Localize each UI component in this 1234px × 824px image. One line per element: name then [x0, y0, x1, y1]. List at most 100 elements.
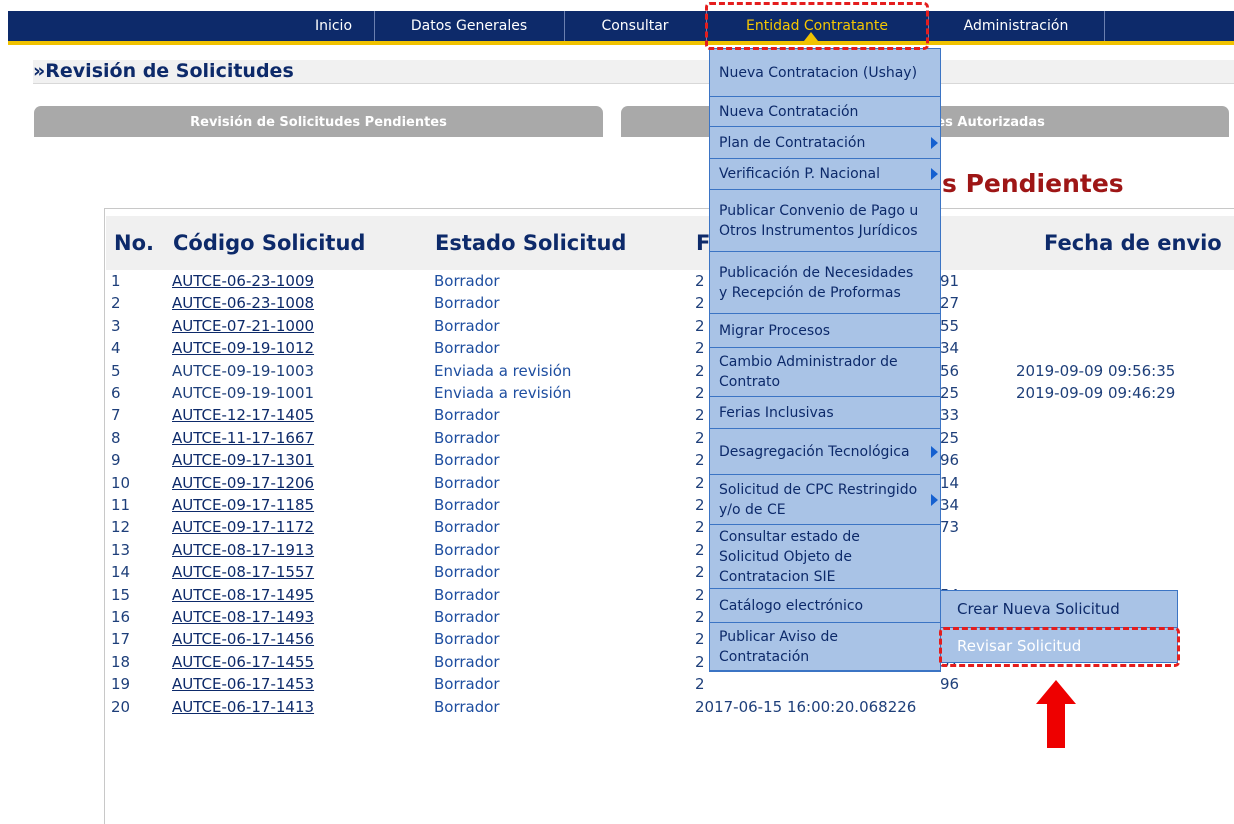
table-row: 1 AUTCE-06-23-1009 Borrador 2 91 — [105, 270, 1234, 292]
row-created-date: 2 — [695, 272, 705, 290]
row-created-date-tail: 33 — [940, 406, 960, 425]
menu-item-3[interactable]: Plan de Contratación — [710, 127, 940, 159]
row-code-link[interactable]: AUTCE-06-23-1009 — [172, 270, 314, 292]
row-state: Borrador — [434, 518, 500, 537]
row-number: 10 — [111, 473, 131, 492]
top-navigation-bar: Inicio Datos Generales Consultar Entidad… — [8, 11, 1234, 45]
table-row: 7 AUTCE-12-17-1405 Borrador 2 33 — [105, 404, 1234, 426]
menu-item-10[interactable]: Desagregación Tecnológica — [710, 429, 940, 475]
row-number: 1 — [111, 272, 121, 290]
submenu-arrow-icon — [931, 445, 938, 458]
nav-inicio[interactable]: Inicio — [293, 11, 375, 41]
row-created-date: 2 — [695, 496, 705, 514]
row-code-link[interactable]: AUTCE-06-17-1413 — [172, 696, 314, 718]
table-row: 2 AUTCE-06-23-1008 Borrador 2 27 — [105, 292, 1234, 314]
menu-item-7[interactable]: Migrar Procesos — [710, 314, 940, 348]
row-number: 15 — [111, 585, 131, 604]
row-number: 14 — [111, 563, 131, 582]
row-code-link[interactable]: AUTCE-06-17-1455 — [172, 651, 314, 673]
row-code-link: AUTCE-09-19-1003 — [172, 361, 315, 380]
header-codigo: Código Solicitud — [173, 231, 366, 255]
menu-item-5[interactable]: Publicar Convenio de Pago u Otros Instru… — [710, 190, 940, 252]
page-title: »Revisión de Solicitudes — [33, 60, 1234, 84]
menu-item-12[interactable]: Consultar estado de Solicitud Objeto de … — [710, 525, 940, 589]
row-code-link[interactable]: AUTCE-09-17-1301 — [172, 449, 314, 471]
row-code-link[interactable]: AUTCE-07-21-1000 — [172, 315, 314, 337]
row-created-date: 2 — [695, 428, 705, 447]
row-state: Borrador — [434, 585, 500, 604]
menu-item-label: Migrar Procesos — [719, 322, 831, 339]
table-row: 9 AUTCE-09-17-1301 Borrador 2 96 — [105, 449, 1234, 471]
row-code-link[interactable]: AUTCE-12-17-1405 — [172, 404, 314, 426]
menu-item-label: Consultar estado de Solicitud Objeto de … — [719, 528, 860, 585]
row-state: Borrador — [434, 652, 500, 671]
menu-item-8[interactable]: Cambio Administrador de Contrato — [710, 348, 940, 397]
menu-item-11[interactable]: Solicitud de CPC Restringido y/o de CE — [710, 475, 940, 525]
header-fecha-envio: Fecha de envio — [1044, 231, 1222, 255]
header-no: No. — [114, 231, 154, 255]
menu-item-2[interactable]: Nueva Contratación — [710, 97, 940, 127]
menu-item-6[interactable]: Publicación de Necesidades y Recepción d… — [710, 252, 940, 314]
row-state: Borrador — [434, 563, 500, 582]
red-arrow-icon — [1036, 680, 1076, 748]
row-code-link[interactable]: AUTCE-09-17-1185 — [172, 494, 314, 516]
row-number: 11 — [111, 496, 131, 514]
row-code-link[interactable]: AUTCE-08-17-1495 — [172, 584, 314, 606]
menu-item-label: Solicitud de CPC Restringido y/o de CE — [719, 481, 918, 518]
row-code-link[interactable]: AUTCE-08-17-1557 — [172, 561, 314, 583]
highlight-entidad-contratante — [705, 2, 929, 50]
row-created-date: 2 — [695, 518, 705, 537]
row-state: Borrador — [434, 428, 500, 447]
row-created-date-tail: 96 — [940, 451, 960, 470]
row-number: 7 — [111, 406, 121, 425]
row-created-date: 2 — [695, 406, 705, 425]
menu-item-label: Catálogo electrónico — [719, 597, 864, 614]
row-code-link[interactable]: AUTCE-08-17-1493 — [172, 606, 314, 628]
row-number: 16 — [111, 608, 131, 626]
row-number: 8 — [111, 428, 121, 447]
row-code-link[interactable]: AUTCE-08-17-1913 — [172, 539, 314, 561]
row-created-date-tail: 34 — [940, 339, 960, 358]
menu-item-label: Cambio Administrador de Contrato — [719, 354, 898, 390]
menu-item-13[interactable]: Catálogo electrónico — [710, 589, 940, 623]
menu-item-14[interactable]: Publicar Aviso de Contratación — [710, 623, 940, 671]
row-state: Borrador — [434, 406, 500, 425]
row-code-link[interactable]: AUTCE-06-17-1453 — [172, 673, 314, 695]
row-code-link[interactable]: AUTCE-06-17-1456 — [172, 628, 314, 650]
row-number: 4 — [111, 339, 121, 358]
menu-item-4[interactable]: Verificación P. Nacional — [710, 159, 940, 190]
menu-item-label: Desagregación Tecnológica — [719, 443, 910, 460]
menu-item-label: Nueva Contratación — [719, 103, 859, 120]
menu-item-label: Plan de Contratación — [719, 134, 866, 151]
row-state: Borrador — [434, 272, 500, 290]
menu-item-1[interactable]: Nueva Contratacion (Ushay) — [710, 49, 940, 97]
row-state: Borrador — [434, 675, 500, 694]
row-number: 17 — [111, 630, 131, 649]
row-created-date: 2 — [695, 675, 705, 694]
row-created-date-tail: 25 — [940, 384, 960, 402]
submenu-crear-nueva-solicitud[interactable]: Crear Nueva Solicitud — [941, 591, 1177, 627]
row-code-link[interactable]: AUTCE-11-17-1667 — [172, 427, 314, 449]
row-code-link[interactable]: AUTCE-09-17-1172 — [172, 516, 314, 538]
row-created-date: 2 — [695, 652, 705, 671]
row-state: Borrador — [434, 316, 500, 335]
submenu-arrow-icon — [931, 136, 938, 149]
row-state: Borrador — [434, 473, 500, 492]
row-created-date: 2 — [695, 540, 705, 559]
menu-item-label: Verificación P. Nacional — [719, 166, 881, 182]
row-code-link[interactable]: AUTCE-06-23-1008 — [172, 292, 314, 314]
row-created-date-tail: 14 — [940, 473, 960, 492]
row-code-link[interactable]: AUTCE-09-17-1206 — [172, 472, 314, 494]
row-created-date-tail: 27 — [940, 294, 960, 313]
row-number: 9 — [111, 451, 121, 470]
nav-administracion[interactable]: Administración — [928, 11, 1105, 41]
row-number: 20 — [111, 697, 131, 716]
nav-consultar[interactable]: Consultar — [564, 11, 707, 41]
table-row: 10 AUTCE-09-17-1206 Borrador 2 14 — [105, 472, 1234, 494]
menu-item-9[interactable]: Ferias Inclusivas — [710, 397, 940, 429]
tab-solicitudes-pendientes[interactable]: Revisión de Solicitudes Pendientes — [34, 106, 603, 137]
nav-datos-generales[interactable]: Datos Generales — [374, 11, 565, 41]
row-created-date: 2 — [695, 384, 705, 402]
row-state: Borrador — [434, 540, 500, 559]
row-code-link[interactable]: AUTCE-09-19-1012 — [172, 337, 314, 359]
